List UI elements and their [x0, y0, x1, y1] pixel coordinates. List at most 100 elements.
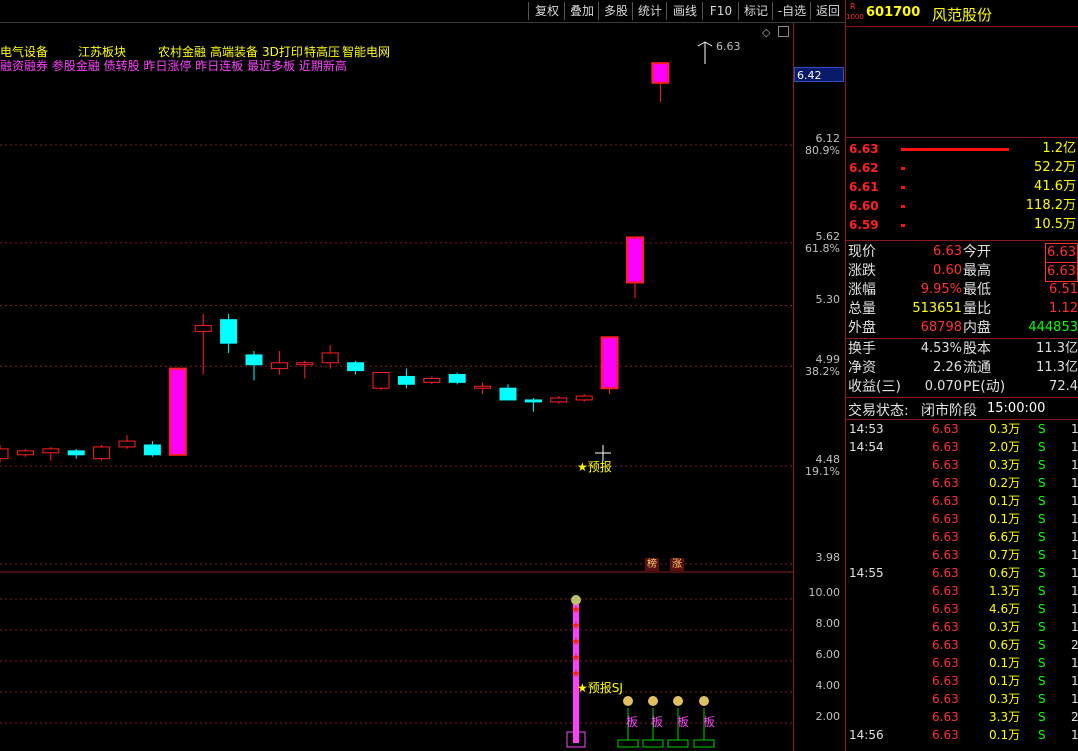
- badge-top: R: [850, 2, 856, 11]
- rank-badge[interactable]: 榜: [645, 558, 659, 571]
- trade-volume: 0.1万: [989, 674, 1021, 688]
- board-label: 板: [626, 715, 639, 729]
- trade-price: 6.63: [932, 584, 959, 598]
- price-axis-label: 5.30: [815, 292, 841, 306]
- order-volume: 118.2万: [1025, 198, 1076, 213]
- money-bag-icon: [699, 696, 709, 706]
- quote-label: 最高: [963, 263, 991, 279]
- trade-volume: 0.3万: [989, 692, 1021, 706]
- overlay-button[interactable]: 叠加: [564, 2, 599, 20]
- trade-status-value: 闭市阶段: [921, 403, 977, 419]
- trade-price: 6.63: [932, 530, 959, 544]
- candle-body: [397, 375, 415, 385]
- trade-price: 6.63: [932, 620, 959, 634]
- trade-price: 6.63: [932, 692, 959, 706]
- order-book-row[interactable]: 6.61 41.6万: [846, 178, 1078, 196]
- indicator-axis-label: 10.00: [808, 586, 841, 599]
- trade-volume: 0.1万: [989, 512, 1021, 526]
- indicator-axis-label: 8.00: [815, 617, 841, 630]
- quote-label: 换手: [848, 341, 876, 357]
- candle-body: [499, 387, 517, 401]
- trade-side: S: [1038, 530, 1046, 544]
- quote-row: 净资 2.26 流通 11.3亿: [846, 359, 1078, 377]
- ball-icon: [571, 595, 581, 605]
- trade-count: 1: [1071, 440, 1078, 454]
- candle-body: [626, 236, 644, 284]
- trade-volume: 0.3万: [989, 458, 1021, 472]
- trade-count: 2: [1071, 710, 1078, 724]
- chart-axis-divider: [793, 23, 794, 751]
- order-book-row[interactable]: 6.63 1.2亿: [846, 140, 1078, 158]
- indicator-star-icon: ★: [571, 635, 581, 648]
- draw-line-button[interactable]: 画线: [666, 2, 703, 20]
- trade-count: 1: [1071, 458, 1078, 472]
- quote-value: 6.51: [1049, 282, 1078, 297]
- signal-box: [693, 739, 715, 748]
- quote-label: 收益(三): [848, 379, 901, 395]
- trade-count: 1: [1071, 692, 1078, 706]
- back-button[interactable]: 返回: [810, 2, 845, 20]
- candle-body: [245, 354, 263, 366]
- forecast-sj-label: ★预报SJ: [577, 681, 623, 695]
- candle-body: [423, 377, 441, 383]
- board-label: 板: [651, 715, 664, 729]
- trade-side: S: [1038, 494, 1046, 508]
- trade-count: 1: [1071, 530, 1078, 544]
- candle-body: [575, 395, 593, 401]
- candle-body: [118, 440, 136, 448]
- f10-button[interactable]: F10: [702, 2, 739, 20]
- trade-row: 6.63 3.3万 S 2: [846, 708, 1078, 726]
- quote-label: 内盘: [963, 320, 991, 336]
- quote-label: 现价: [848, 244, 876, 260]
- trade-count: 2: [1071, 638, 1078, 652]
- quote-value: 2.26: [933, 360, 962, 375]
- trade-side: S: [1038, 638, 1046, 652]
- trade-side: S: [1038, 548, 1046, 562]
- indicator-axis-label: 6.00: [815, 648, 841, 661]
- order-book-row[interactable]: 6.60 118.2万: [846, 197, 1078, 215]
- candle-body: [143, 444, 161, 456]
- order-price: 6.63: [849, 142, 879, 156]
- signal-box: [667, 739, 689, 748]
- limit-up-badge[interactable]: 涨: [670, 558, 684, 571]
- quote-row: 外盘 68798 内盘 444853: [846, 319, 1078, 337]
- candle-body: [194, 325, 212, 332]
- mark-button[interactable]: 标记: [738, 2, 773, 20]
- trade-price: 6.63: [932, 638, 959, 652]
- order-price: 6.59: [849, 218, 879, 232]
- trade-price: 6.63: [932, 512, 959, 526]
- quote-row: 涨幅 9.95% 最低 6.51: [846, 281, 1078, 299]
- trade-volume: 0.2万: [989, 476, 1021, 490]
- trade-side: S: [1038, 710, 1046, 724]
- candle-body: [550, 397, 568, 403]
- trade-row: 14:56 6.63 0.1万 S 1: [846, 726, 1078, 744]
- trade-row: 6.63 0.7万 S 1: [846, 546, 1078, 564]
- trade-price: 6.63: [932, 548, 959, 562]
- indicator-axis-label: 4.00: [815, 679, 841, 692]
- add-watchlist-button[interactable]: -自选: [772, 2, 811, 20]
- candle-body: [93, 446, 111, 460]
- trade-side: S: [1038, 656, 1046, 670]
- candlestick-svg: ★★★★★: [0, 62, 793, 748]
- stock-code: 601700: [866, 5, 921, 20]
- quote-value: 0.070: [924, 379, 962, 394]
- order-volume: 52.2万: [1034, 160, 1076, 175]
- trade-side: S: [1038, 584, 1046, 598]
- trade-volume: 0.1万: [989, 494, 1021, 508]
- trade-volume: 0.1万: [989, 656, 1021, 670]
- trade-volume: 0.6万: [989, 638, 1021, 652]
- trade-row: 6.63 0.1万 S 1: [846, 654, 1078, 672]
- quote-row: 总量 513651 量比 1.12: [846, 300, 1078, 318]
- order-book-row[interactable]: 6.59 10.5万: [846, 216, 1078, 234]
- order-volume-bar: [901, 205, 905, 208]
- order-price: 6.62: [849, 161, 879, 175]
- restore-rights-button[interactable]: 复权: [528, 2, 565, 20]
- trade-count: 1: [1071, 476, 1078, 490]
- statistics-button[interactable]: 统计: [632, 2, 667, 20]
- trade-side: S: [1038, 440, 1046, 454]
- multi-stock-button[interactable]: 多股: [598, 2, 633, 20]
- signal-box: [617, 739, 639, 748]
- trade-row: 6.63 4.6万 S 1: [846, 600, 1078, 618]
- order-book-row[interactable]: 6.62 52.2万: [846, 159, 1078, 177]
- trade-price: 6.63: [932, 674, 959, 688]
